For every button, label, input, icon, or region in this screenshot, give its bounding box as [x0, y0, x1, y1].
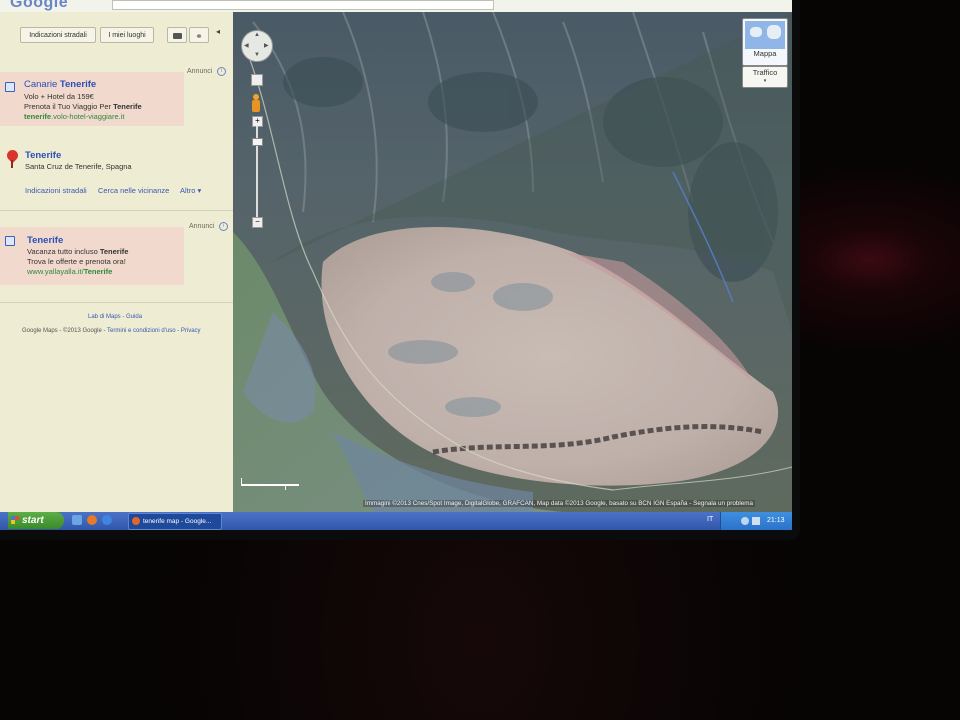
network-icon[interactable]	[741, 517, 749, 525]
panel-toolbar: Indicazioni stradali I miei luoghi ⚭ ◂	[0, 12, 233, 54]
result-more-link[interactable]: Altro ▾	[180, 186, 201, 195]
ad-icon	[5, 236, 15, 246]
globe-landmass	[767, 25, 781, 39]
arrow-right-icon[interactable]: ▶	[264, 42, 269, 49]
ad-line-1: Vacanza tutto incluso Tenerife	[27, 247, 129, 256]
map-button-label: Mappa	[753, 49, 777, 58]
result-address: Santa Cruz de Tenerife, Spagna	[25, 162, 132, 171]
map-attribution: Immagini ©2013 Cnes/Spot Image, DigitalG…	[363, 500, 756, 507]
result-title[interactable]: Tenerife	[25, 150, 61, 161]
sponsored-ad-1[interactable]: Canarie Tenerife Volo + Hotel da 159€ Pr…	[0, 72, 184, 126]
desktop-icon[interactable]	[72, 515, 82, 525]
print-button[interactable]	[167, 27, 187, 43]
result-nearby-link[interactable]: Cerca nelle vicinanze	[98, 186, 169, 195]
map-scale	[241, 478, 299, 490]
volume-icon[interactable]	[752, 517, 760, 525]
report-problem-link[interactable]: Segnala un problema	[693, 500, 753, 507]
info-icon[interactable]: i	[217, 67, 226, 76]
satellite-map[interactable]: ▲ ▼ ◀ ▶ + − Mappa Traffico ▾ Immagini ©2…	[233, 12, 792, 512]
ad-line-1: Volo + Hotel da 159€	[24, 92, 94, 101]
traffic-button[interactable]: Traffico ▾	[742, 66, 788, 88]
ad-line-2: Trova le offerte e prenota ora!	[27, 257, 126, 266]
link-button[interactable]: ⚭	[189, 27, 209, 43]
globe-landmass	[750, 27, 762, 37]
pan-control[interactable]: ▲ ▼ ◀ ▶	[241, 30, 273, 62]
pegman-body	[252, 100, 260, 112]
compass-reset-button[interactable]	[251, 74, 263, 86]
google-logo[interactable]: Google	[10, 0, 68, 12]
start-button[interactable]: start	[8, 512, 64, 529]
left-panel: Indicazioni stradali I miei luoghi ⚭ ◂ A…	[0, 12, 234, 512]
windows-taskbar: start tenerife map - Google... IT 21:13	[0, 512, 792, 530]
ads-label-bottom: Annunci	[189, 223, 215, 230]
ads-label: Annunci	[187, 68, 213, 75]
footer-legal-links[interactable]: Termini e condizioni d'uso - Privacy	[107, 328, 201, 334]
arrow-up-icon[interactable]: ▲	[254, 32, 260, 38]
ad-url[interactable]: tenerife.volo-hotel-viaggiare.it	[24, 112, 124, 121]
zoom-out-button[interactable]: −	[252, 217, 263, 228]
map-type-button[interactable]: Mappa	[742, 18, 788, 66]
result-directions-link[interactable]: Indicazioni stradali	[25, 186, 87, 195]
my-places-button[interactable]: I miei luoghi	[100, 27, 154, 43]
divider	[0, 302, 233, 303]
ad-icon	[5, 82, 15, 92]
print-icon	[172, 33, 182, 39]
footer-links[interactable]: Lab di Maps - Guida	[88, 314, 142, 320]
link-icon: ⚭	[195, 31, 203, 41]
taskbar-window-button[interactable]: tenerife map - Google...	[128, 513, 222, 530]
ad-title[interactable]: Tenerife	[27, 235, 63, 246]
map-pin-stem	[11, 160, 13, 168]
ie-icon[interactable]	[102, 515, 112, 525]
scale-tick	[241, 478, 242, 486]
ad-url[interactable]: www.yallayalla.it/Tenerife	[27, 267, 112, 276]
scale-bar	[241, 484, 299, 486]
sponsored-ad-2[interactable]: Tenerife Vacanza tutto incluso Tenerife …	[0, 227, 184, 285]
info-icon-bottom[interactable]: i	[219, 222, 228, 231]
arrow-down-icon[interactable]: ▼	[254, 52, 260, 58]
chevron-down-icon: ▾	[763, 78, 767, 84]
globe-icon	[745, 21, 785, 49]
search-input[interactable]	[112, 0, 494, 10]
ad-line-2: Prenota il Tuo Viaggio Per Tenerife	[24, 102, 142, 111]
start-label: start	[22, 515, 44, 526]
chevron-down-icon: ▾	[197, 186, 202, 195]
arrow-left-icon[interactable]: ◀	[244, 42, 249, 49]
system-tray: 21:13	[720, 512, 792, 530]
language-indicator[interactable]: IT	[707, 516, 713, 523]
satellite-imagery	[233, 12, 792, 512]
firefox-icon	[132, 517, 140, 525]
pegman-icon[interactable]	[250, 94, 262, 114]
divider	[0, 210, 233, 211]
scale-tick	[285, 484, 286, 490]
zoom-slider-handle[interactable]	[252, 138, 263, 146]
directions-button[interactable]: Indicazioni stradali	[20, 27, 96, 43]
footer-legal: Google Maps - ©2013 Google - Termini e c…	[22, 328, 201, 334]
monitor-screen: Google Indicazioni stradali I miei luogh…	[0, 0, 792, 530]
windows-logo-icon	[11, 516, 19, 524]
collapse-panel-icon[interactable]: ◂	[216, 27, 220, 36]
clock[interactable]: 21:13	[767, 512, 785, 530]
ad-title[interactable]: Canarie Tenerife	[24, 79, 96, 90]
task-label: tenerife map - Google...	[143, 518, 212, 525]
firefox-icon[interactable]	[87, 515, 97, 525]
